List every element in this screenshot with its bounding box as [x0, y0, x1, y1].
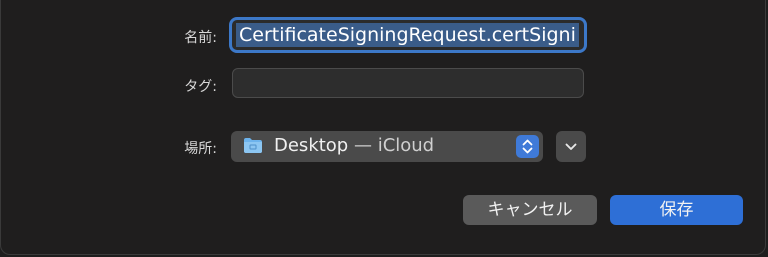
- expand-button[interactable]: [556, 131, 586, 162]
- location-service: iCloud: [377, 135, 435, 156]
- save-button[interactable]: 保存: [610, 195, 743, 225]
- location-text: Desktop — iCloud: [274, 136, 434, 156]
- up-down-chevron-icon: [522, 139, 533, 154]
- cancel-button[interactable]: キャンセル: [463, 195, 597, 225]
- name-field-value[interactable]: CertificateSigningRequest.certSigni: [236, 23, 579, 47]
- location-label: 場所:: [184, 141, 217, 157]
- save-dialog: 名前: CertificateSigningRequest.certSigni …: [0, 0, 766, 255]
- folder-icon: [244, 138, 262, 153]
- tags-label: タグ:: [184, 79, 217, 95]
- tags-field[interactable]: [232, 68, 584, 98]
- tags-input[interactable]: [233, 69, 583, 97]
- location-stepper[interactable]: [516, 135, 539, 158]
- location-separator: —: [348, 135, 378, 156]
- name-field[interactable]: CertificateSigningRequest.certSigni: [229, 17, 587, 53]
- chevron-down-icon: [565, 143, 577, 150]
- location-select[interactable]: Desktop — iCloud: [231, 131, 543, 162]
- name-label: 名前:: [184, 30, 217, 46]
- location-folder: Desktop: [274, 135, 349, 156]
